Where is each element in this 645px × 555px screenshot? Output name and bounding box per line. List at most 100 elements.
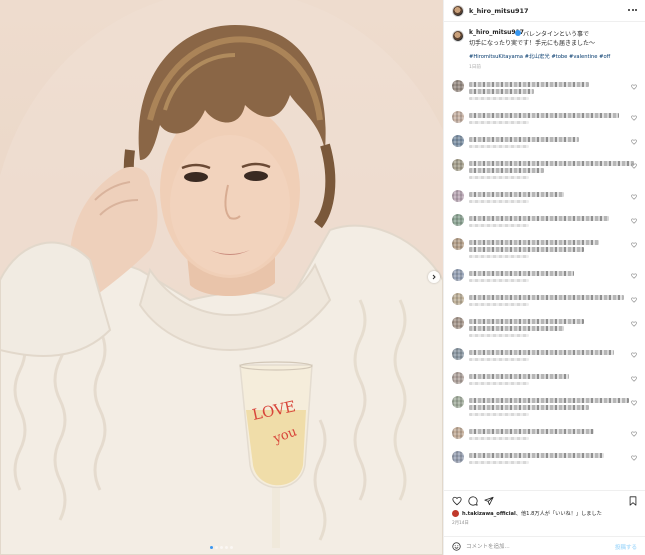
avatar[interactable] bbox=[452, 30, 464, 42]
liker-username[interactable]: h.takizawa_official bbox=[462, 511, 516, 517]
comment-text bbox=[469, 247, 584, 252]
avatar[interactable] bbox=[452, 159, 464, 171]
comment-text bbox=[469, 326, 564, 331]
more-options-icon[interactable] bbox=[628, 7, 638, 13]
caption-hashtags[interactable]: #HiromitsuKitayama #北山宏光 #tobe #valentin… bbox=[469, 53, 610, 60]
liked-by: h.takizawa_official、他1.8万人が「いいね！」しました bbox=[444, 508, 645, 520]
comment-text bbox=[469, 319, 584, 324]
avatar[interactable] bbox=[452, 427, 464, 439]
liker-avatar[interactable] bbox=[452, 510, 459, 517]
avatar[interactable] bbox=[452, 238, 464, 250]
avatar[interactable] bbox=[452, 111, 464, 123]
comment-text bbox=[469, 192, 564, 197]
avatar[interactable] bbox=[452, 451, 464, 463]
comment-text bbox=[469, 161, 634, 166]
comment-meta bbox=[469, 461, 529, 464]
bookmark-icon[interactable] bbox=[628, 496, 638, 506]
avatar[interactable] bbox=[452, 190, 464, 202]
post-date: 2月14日 bbox=[452, 521, 469, 526]
comment-like-icon[interactable] bbox=[631, 139, 637, 145]
comment-like-icon[interactable] bbox=[631, 352, 637, 358]
heart-icon[interactable] bbox=[452, 496, 462, 506]
comment-like-icon[interactable] bbox=[631, 376, 637, 382]
avatar[interactable] bbox=[452, 5, 464, 17]
comment-text bbox=[469, 271, 574, 276]
comment-text bbox=[469, 453, 604, 458]
comment-meta bbox=[469, 413, 529, 416]
post-sidebar: k_hiro_mitsu917 k_hiro_mitsu917 バレンタインとい… bbox=[443, 0, 645, 555]
comment-text bbox=[469, 137, 579, 142]
emoji-icon[interactable] bbox=[452, 542, 461, 551]
caption-text-line2: 切手になったり実です！手元にも届きました〜 bbox=[469, 40, 596, 47]
comment-like-icon[interactable] bbox=[631, 321, 637, 327]
post-caption: k_hiro_mitsu917 バレンタインという事で 切手になったり実です！手… bbox=[444, 26, 645, 78]
caption-timestamp: 1日前 bbox=[469, 65, 481, 70]
comment-meta bbox=[469, 224, 529, 227]
liked-by-text: h.takizawa_official、他1.8万人が「いいね！」しました bbox=[462, 510, 602, 517]
comment-meta bbox=[469, 358, 529, 361]
photo-illustration: LOVE you bbox=[0, 0, 443, 555]
share-icon[interactable] bbox=[484, 496, 494, 506]
avatar[interactable] bbox=[452, 80, 464, 92]
avatar[interactable] bbox=[452, 214, 464, 226]
comment-meta bbox=[469, 382, 529, 385]
post-header: k_hiro_mitsu917 bbox=[444, 0, 645, 22]
chevron-right-icon bbox=[432, 274, 436, 280]
avatar[interactable] bbox=[452, 293, 464, 305]
avatar[interactable] bbox=[452, 317, 464, 329]
header-username[interactable]: k_hiro_mitsu917 bbox=[469, 7, 529, 15]
comment-like-icon[interactable] bbox=[631, 431, 637, 437]
comment-meta bbox=[469, 437, 529, 440]
comment-meta bbox=[469, 334, 529, 337]
comment-text bbox=[469, 405, 589, 410]
carousel-dot bbox=[215, 546, 218, 549]
avatar[interactable] bbox=[452, 348, 464, 360]
post-photo[interactable]: LOVE you bbox=[0, 0, 443, 555]
carousel-dot bbox=[210, 546, 213, 549]
comment-meta bbox=[469, 145, 529, 148]
comment-like-icon[interactable] bbox=[631, 297, 637, 303]
comment-icon[interactable] bbox=[468, 496, 478, 506]
comment-meta bbox=[469, 176, 529, 179]
likes-rest[interactable]: 、他1.8万人が「いいね！」しました bbox=[516, 511, 602, 517]
comment-meta bbox=[469, 279, 529, 282]
comment-input[interactable] bbox=[466, 542, 606, 551]
carousel-dot bbox=[230, 546, 233, 549]
avatar[interactable] bbox=[452, 372, 464, 384]
comment-text bbox=[469, 374, 569, 379]
comment-text bbox=[469, 429, 594, 434]
avatar[interactable] bbox=[452, 396, 464, 408]
comment-text bbox=[469, 398, 629, 403]
comment-meta bbox=[469, 255, 529, 258]
comment-meta bbox=[469, 121, 529, 124]
comment-meta bbox=[469, 303, 529, 306]
carousel-dots bbox=[210, 546, 233, 549]
post-comment-button[interactable]: 投稿する bbox=[615, 543, 637, 551]
comment-text bbox=[469, 82, 589, 87]
comment-meta bbox=[469, 97, 529, 100]
comment-like-icon[interactable] bbox=[631, 273, 637, 279]
comment-text bbox=[469, 240, 599, 245]
comment-like-icon[interactable] bbox=[631, 400, 637, 406]
comment-text bbox=[469, 295, 624, 300]
comment-like-icon[interactable] bbox=[631, 84, 637, 90]
comment-text bbox=[469, 113, 619, 118]
comment-text bbox=[469, 216, 609, 221]
comment-text bbox=[469, 350, 614, 355]
comment-like-icon[interactable] bbox=[631, 115, 637, 121]
comment-like-icon[interactable] bbox=[631, 218, 637, 224]
comment-like-icon[interactable] bbox=[631, 194, 637, 200]
carousel-dot bbox=[225, 546, 228, 549]
avatar[interactable] bbox=[452, 269, 464, 281]
next-image-button[interactable] bbox=[428, 271, 440, 283]
verified-badge-icon bbox=[515, 30, 521, 36]
comment-text bbox=[469, 168, 544, 173]
comment-like-icon[interactable] bbox=[631, 455, 637, 461]
comment-text bbox=[469, 89, 534, 94]
avatar[interactable] bbox=[452, 135, 464, 147]
post-actions bbox=[444, 490, 645, 510]
comment-like-icon[interactable] bbox=[631, 242, 637, 248]
comment-like-icon[interactable] bbox=[631, 163, 637, 169]
comment-list bbox=[444, 78, 645, 480]
carousel-dot bbox=[220, 546, 223, 549]
